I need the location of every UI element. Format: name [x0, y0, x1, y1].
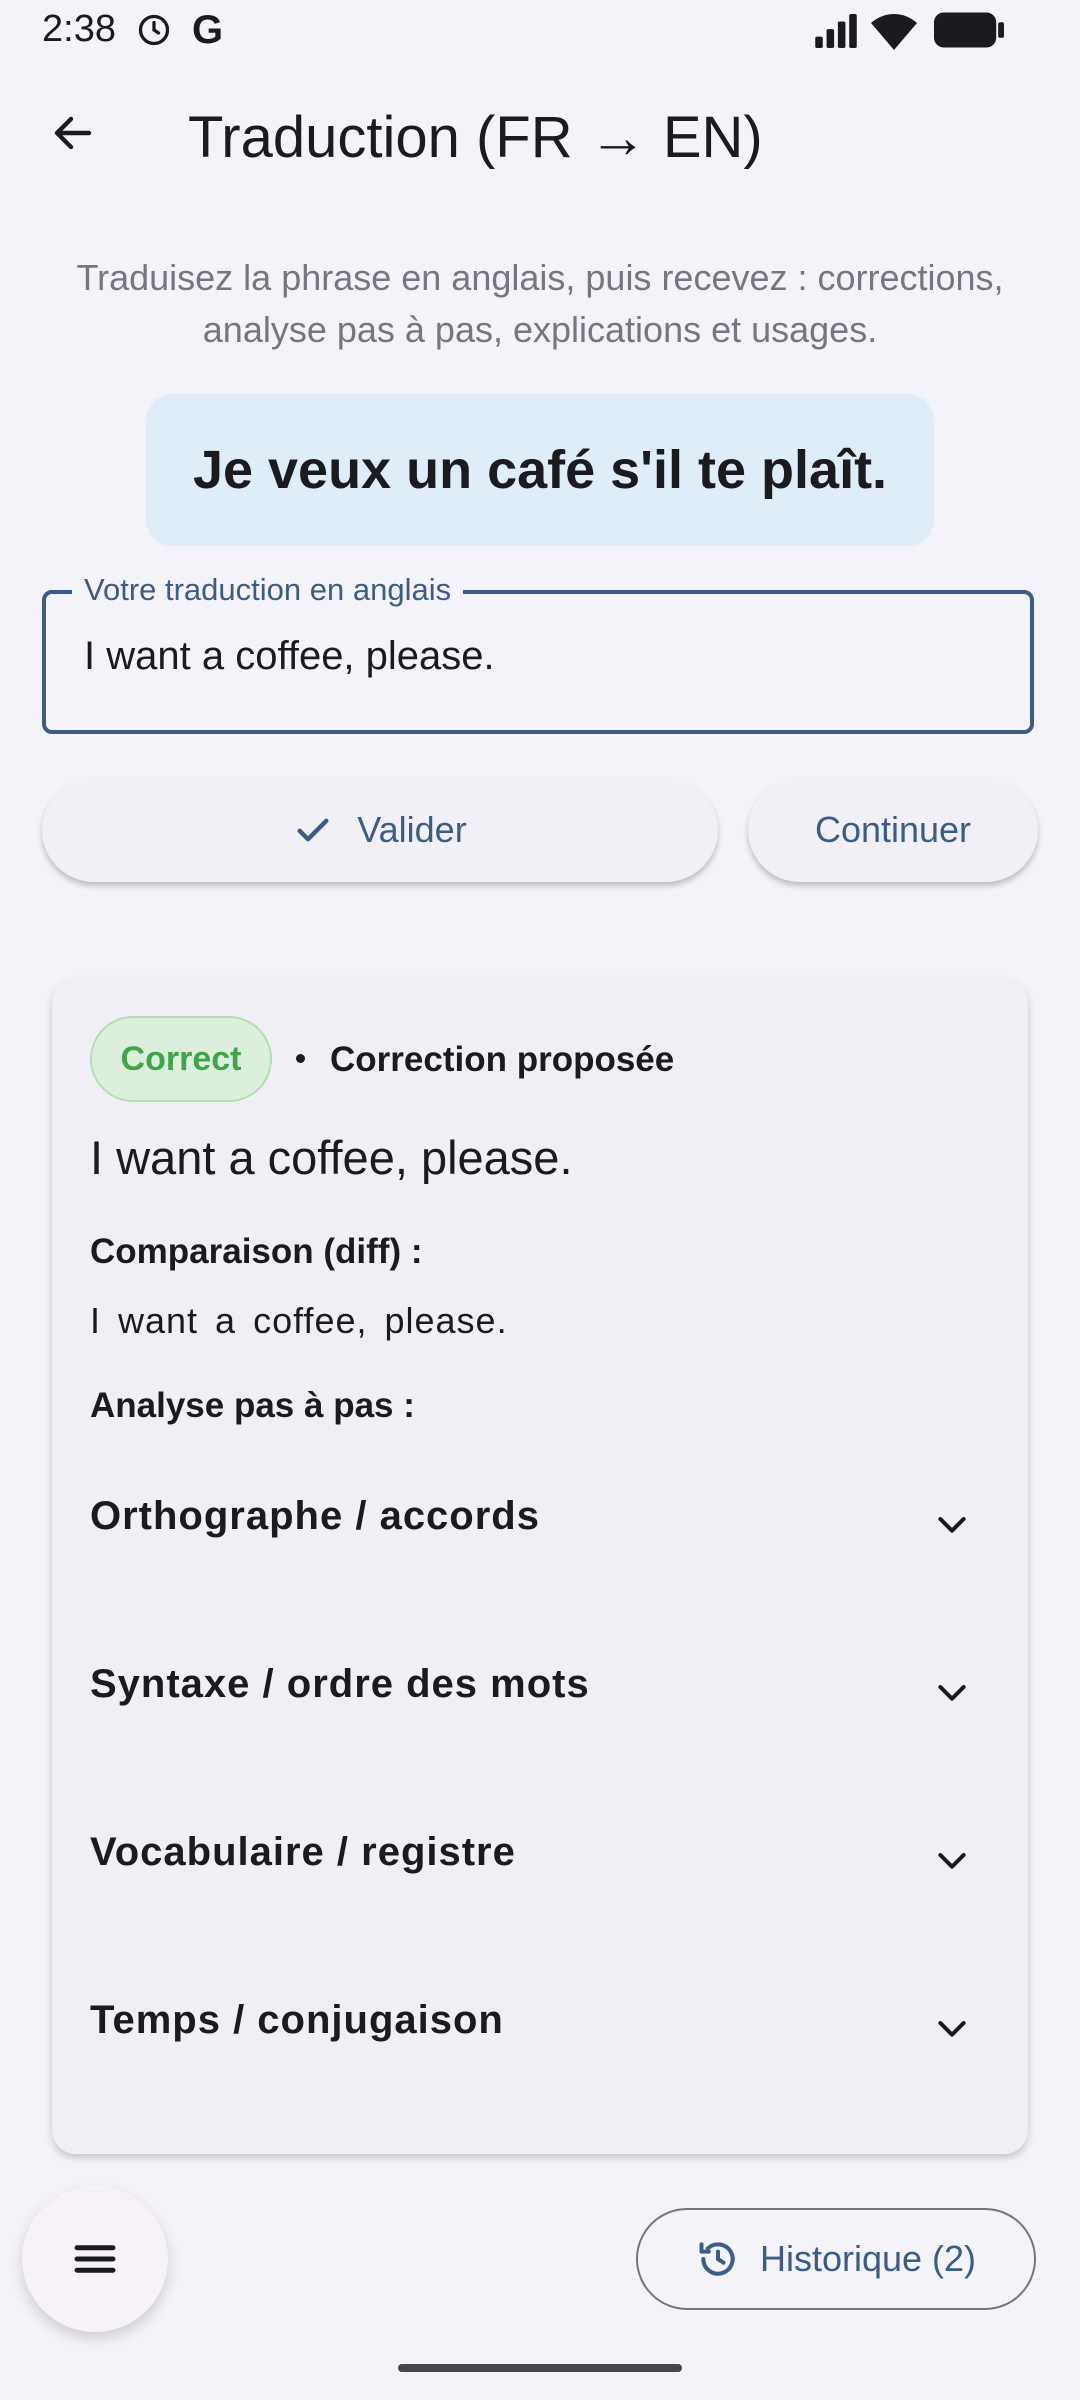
chevron-down-icon: [938, 1853, 966, 1869]
chevron-down-icon: [938, 2021, 966, 2037]
validate-label: Valider: [357, 809, 467, 850]
menu-button[interactable]: [22, 2186, 168, 2332]
diff-label: Comparaison (diff) :: [90, 1232, 423, 1271]
section-vocabulary[interactable]: Vocabulaire / registre: [52, 1774, 1028, 1942]
section-label: Orthographe / accords: [90, 1494, 540, 1538]
menu-icon: [74, 2245, 116, 2273]
section-label: Temps / conjugaison: [90, 1998, 504, 2042]
chevron-down-icon: [938, 1517, 966, 1533]
status-time: 2:38: [42, 8, 116, 50]
instructions-text: Traduisez la phrase en anglais, puis rec…: [76, 257, 1004, 350]
home-indicator[interactable]: [398, 2364, 682, 2372]
proposed-correction: I want a coffee, please.: [90, 1131, 573, 1184]
continue-label: Continuer: [814, 809, 972, 850]
google-icon: G: [192, 8, 224, 52]
section-tenses[interactable]: Temps / conjugaison: [52, 1942, 1028, 2110]
history-icon: [699, 2242, 735, 2276]
correction-label: Correction proposée: [330, 1040, 675, 1079]
wifi-icon: [871, 14, 917, 50]
history-button[interactable]: Historique (2): [636, 2208, 1036, 2310]
section-spelling[interactable]: Orthographe / accords: [52, 1438, 1028, 1606]
translation-input[interactable]: [84, 634, 984, 679]
back-button[interactable]: [40, 100, 106, 166]
battery-icon: [934, 12, 1004, 48]
chevron-down-icon: [938, 1685, 966, 1701]
diff-text: I want a coffee, please.: [90, 1300, 508, 1341]
history-label: Historique (2): [759, 2238, 977, 2279]
section-label: Syntaxe / ordre des mots: [90, 1662, 590, 1706]
section-label: Vocabulaire / registre: [90, 1830, 516, 1874]
page-title: Traduction (FR → EN): [188, 105, 763, 170]
section-syntax[interactable]: Syntaxe / ordre des mots: [52, 1606, 1028, 1774]
signal-icon: [815, 14, 857, 48]
continue-button[interactable]: Continuer: [748, 778, 1038, 882]
source-sentence-card: Je veux un café s'il te plaît.: [146, 394, 934, 546]
translation-field-label: Votre traduction en anglais: [72, 572, 464, 608]
check-icon: [297, 818, 329, 842]
separator-dot: [296, 1054, 305, 1063]
validate-button[interactable]: Valider: [42, 778, 718, 882]
back-arrow-icon: [54, 116, 92, 150]
status-badge: Correct: [90, 1016, 272, 1102]
analysis-label: Analyse pas à pas :: [90, 1386, 415, 1425]
alarm-icon: [138, 14, 170, 46]
source-sentence: Je veux un café s'il te plaît.: [192, 440, 888, 500]
